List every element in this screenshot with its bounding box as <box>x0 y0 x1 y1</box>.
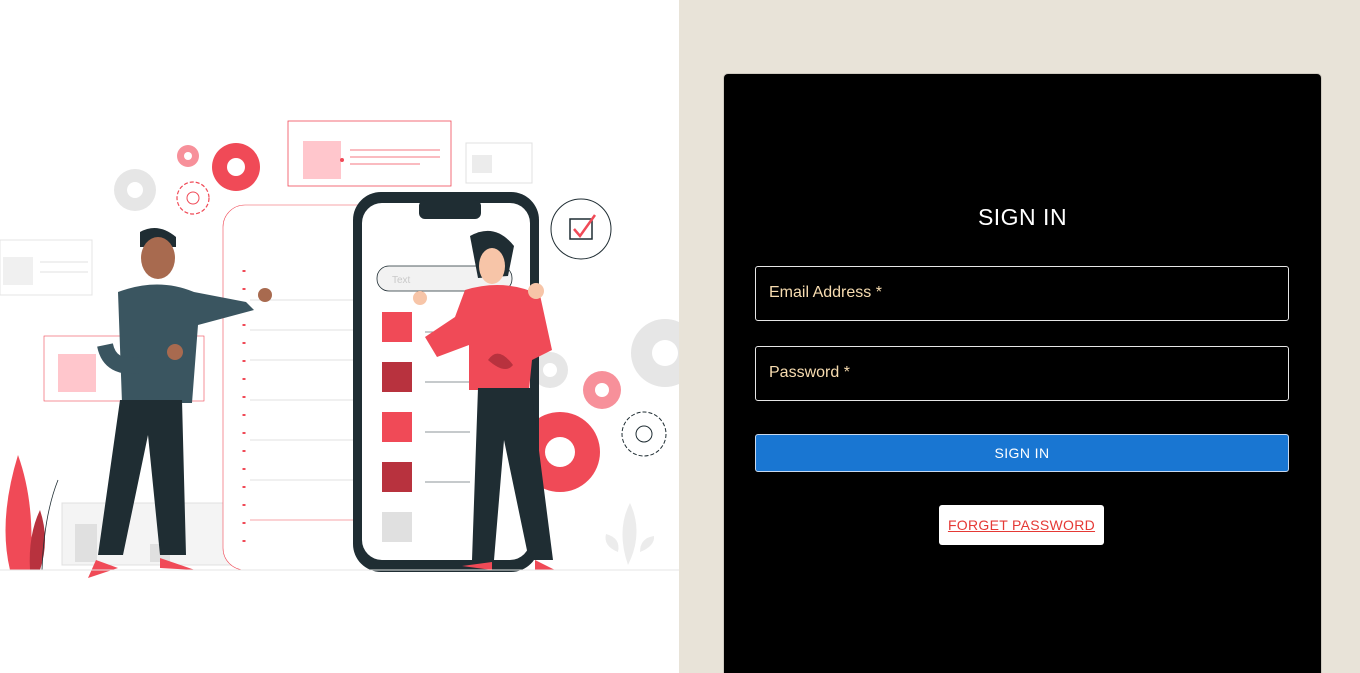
hero-illustration: Text <box>0 120 679 578</box>
phone-search-placeholder: Text <box>392 275 411 286</box>
plant-left <box>5 455 59 571</box>
email-input[interactable] <box>756 267 1288 320</box>
password-input[interactable] <box>756 347 1288 400</box>
illustration-pane: Text <box>0 0 679 673</box>
browser-window-top <box>287 120 452 187</box>
sign-in-button[interactable]: SIGN IN <box>755 434 1289 472</box>
gear-icon-gray-right <box>631 319 679 387</box>
gear-icon-red-outline <box>176 181 210 215</box>
gear-icon-red-small <box>177 145 199 167</box>
gear-icon-gray-left <box>114 169 156 211</box>
gear-icon-outline-right <box>621 411 667 457</box>
email-field[interactable]: Email Address * <box>755 266 1289 321</box>
browser-window-top-right <box>465 142 533 184</box>
browser-window-left <box>0 239 93 296</box>
forget-password-button[interactable]: FORGET PASSWORD <box>939 505 1104 545</box>
login-title: SIGN IN <box>977 204 1068 230</box>
browser-window-bottom <box>61 502 243 566</box>
plant-right <box>605 503 655 565</box>
checkbox-speech-bubble <box>550 198 612 260</box>
login-card: SIGN IN Email Address * Password * SIGN … <box>723 73 1322 673</box>
password-field[interactable]: Password * <box>755 346 1289 401</box>
gear-icon-pink-right <box>583 371 621 409</box>
login-pane: SIGN IN Email Address * Password * SIGN … <box>679 0 1360 673</box>
gear-icon-red-large <box>212 143 260 191</box>
